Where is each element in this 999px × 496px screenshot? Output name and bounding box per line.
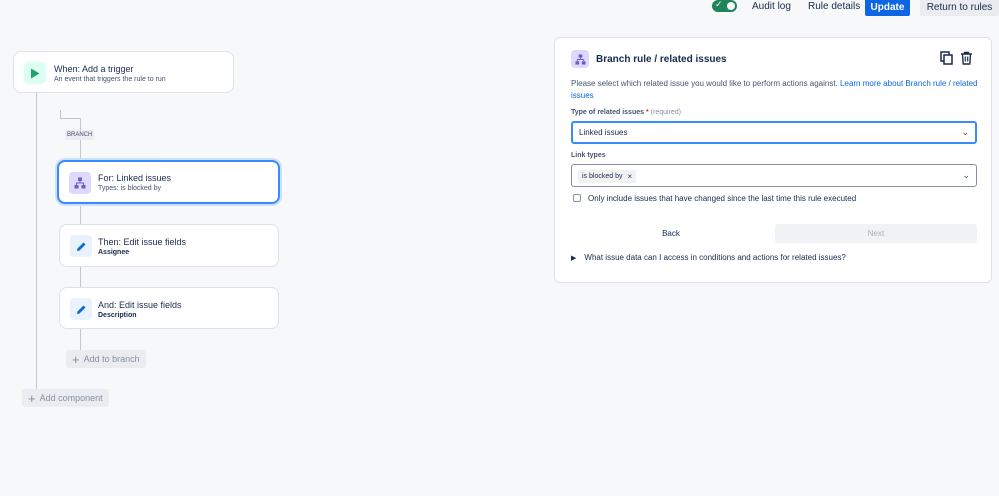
- check-icon: ✓: [715, 0, 723, 9]
- action-card-edit-description[interactable]: And: Edit issue fields Description: [59, 287, 279, 329]
- remove-chip-icon[interactable]: ×: [627, 172, 632, 181]
- branch-icon: [69, 172, 91, 194]
- action1-title: Then: Edit issue fields: [98, 237, 187, 247]
- audit-log-link[interactable]: Audit log: [752, 1, 791, 12]
- trigger-subtitle: An event that triggers the rule to run: [54, 76, 166, 83]
- branch-card-linked-issues[interactable]: For: Linked issues Types: is blocked by: [57, 160, 280, 204]
- required-mark: *: [645, 109, 649, 116]
- branch-hook-vertical: [60, 110, 61, 118]
- faq-expander[interactable]: ▶ What issue data can I access in condit…: [571, 253, 846, 262]
- type-of-related-issues-select[interactable]: Linked issues ⌄: [571, 121, 977, 144]
- update-button[interactable]: Update: [865, 0, 910, 16]
- trigger-card[interactable]: When: Add a trigger An event that trigge…: [13, 51, 234, 93]
- type-of-related-issues-label: Type of related issues * (required): [571, 109, 681, 116]
- panel-description: Please select which related issue you wo…: [571, 78, 981, 102]
- next-button[interactable]: Next: [775, 224, 977, 243]
- action1-subtitle: Assignee: [98, 249, 130, 256]
- rule-enabled-toggle[interactable]: ✓: [712, 0, 737, 12]
- faq-label: What issue data can I access in conditio…: [584, 253, 846, 262]
- add-to-branch-button[interactable]: + Add to branch: [66, 350, 146, 368]
- trash-icon[interactable]: [960, 51, 973, 68]
- changed-issues-checkbox[interactable]: [573, 194, 581, 202]
- add-component-label: Add component: [39, 393, 103, 403]
- plus-icon: +: [72, 351, 80, 367]
- link-types-select[interactable]: is blocked by × ⌄: [571, 164, 977, 187]
- branch-card-title: For: Linked issues: [98, 173, 172, 183]
- action2-subtitle: Description: [98, 312, 137, 319]
- type-label-text: Type of related issues: [571, 109, 645, 116]
- plus-icon: +: [28, 390, 36, 406]
- rule-details-link[interactable]: Rule details: [808, 1, 860, 12]
- branch-card-subtitle: Types: is blocked by: [98, 185, 162, 192]
- action-card-edit-assignee[interactable]: Then: Edit issue fields Assignee: [59, 224, 279, 267]
- chevron-down-icon: ⌄: [961, 127, 969, 137]
- add-component-button[interactable]: + Add component: [22, 389, 109, 407]
- pencil-icon: [70, 298, 92, 320]
- chevron-down-icon: ⌄: [962, 170, 970, 180]
- add-to-branch-label: Add to branch: [83, 354, 140, 364]
- copy-icon[interactable]: [940, 51, 953, 68]
- type-select-value: Linked issues: [579, 128, 628, 137]
- branch-badge: BRANCH: [65, 130, 95, 140]
- required-hint: (required): [650, 109, 682, 116]
- action2-title: And: Edit issue fields: [98, 300, 182, 310]
- branch-hook: [60, 118, 80, 119]
- panel-description-text: Please select which related issue you wo…: [571, 79, 838, 88]
- pencil-icon: [70, 235, 92, 257]
- link-types-label: Link types: [571, 152, 606, 159]
- chevron-right-icon: ▶: [571, 254, 577, 262]
- trigger-title: When: Add a trigger: [54, 64, 134, 74]
- return-to-rules-button[interactable]: Return to rules: [920, 0, 999, 16]
- branch-config-panel: Branch rule / related issues Please sele…: [554, 37, 992, 283]
- panel-title: Branch rule / related issues: [596, 54, 727, 65]
- branch-icon: [571, 50, 589, 68]
- toggle-knob: [727, 2, 735, 10]
- play-icon: [24, 62, 46, 84]
- link-type-chip-label: is blocked by: [582, 173, 623, 180]
- link-type-chip: is blocked by ×: [578, 170, 637, 183]
- main-connector: [36, 93, 37, 393]
- back-button[interactable]: Back: [571, 224, 771, 243]
- changed-issues-checkbox-label: Only include issues that have changed si…: [588, 194, 857, 203]
